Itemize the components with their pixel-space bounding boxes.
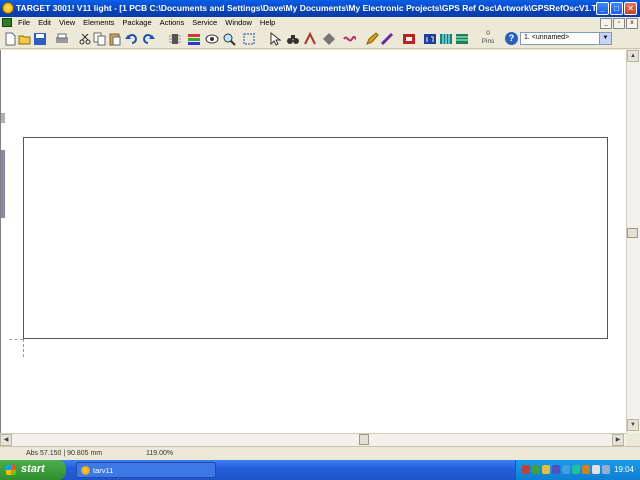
component-icon[interactable] <box>168 32 182 46</box>
chevron-down-icon[interactable]: ▼ <box>599 33 611 44</box>
app-icon <box>81 466 90 475</box>
pad-icon[interactable] <box>322 32 336 46</box>
tray-power-icon[interactable] <box>582 465 590 474</box>
grid2-icon[interactable] <box>455 32 469 46</box>
tray-volume-icon[interactable] <box>552 465 560 474</box>
menu-service[interactable]: Service <box>188 17 221 29</box>
start-label: start <box>21 463 45 475</box>
document-icon[interactable] <box>2 18 12 27</box>
window-title: TARGET 3001! V11 light - [1 PCB C:\Docum… <box>16 3 596 13</box>
vertical-scrollbar[interactable]: ▲ ▼ <box>626 50 640 433</box>
board-outline[interactable] <box>23 137 608 339</box>
status-zoom: 119.00% <box>146 450 174 457</box>
scroll-left-icon[interactable]: ◀ <box>0 434 12 446</box>
app-icon[interactable] <box>2 2 14 14</box>
wire-icon[interactable] <box>343 32 357 46</box>
cut-icon[interactable] <box>78 32 92 46</box>
tray-network-icon[interactable] <box>532 465 540 474</box>
mdi-restore-button[interactable]: ▫ <box>613 18 625 29</box>
menu-window[interactable]: Window <box>221 17 256 29</box>
grid-icon[interactable] <box>439 32 453 46</box>
zoom-fit-icon[interactable] <box>242 32 256 46</box>
pen-icon[interactable] <box>365 32 379 46</box>
tray-device-icon[interactable] <box>592 465 600 474</box>
ruler-marker <box>1 113 5 123</box>
horizontal-scrollbar[interactable]: ◀ ▶ <box>0 433 626 446</box>
status-bar: Abs 57.150 | 90.805 mm 119.00% <box>0 446 640 460</box>
maximize-button[interactable]: □ <box>610 2 623 15</box>
zoom-icon[interactable] <box>222 32 236 46</box>
redo-icon[interactable] <box>141 32 155 46</box>
autoroute-icon[interactable] <box>303 32 317 46</box>
minimize-button[interactable]: _ <box>596 2 609 15</box>
taskbar: start tarv11 19:04 <box>0 460 640 480</box>
pcb-canvas[interactable] <box>0 50 626 433</box>
undo-icon[interactable] <box>125 32 139 46</box>
binoculars-icon[interactable] <box>286 32 300 46</box>
mdi-minimize-button[interactable]: _ <box>600 18 612 29</box>
menu-help[interactable]: Help <box>256 17 279 29</box>
scroll-down-icon[interactable]: ▼ <box>627 419 639 431</box>
status-coordinates: Abs 57.150 | 90.805 mm <box>26 450 103 457</box>
vertical-scroll-thumb[interactable] <box>627 228 638 238</box>
copy-icon[interactable] <box>93 32 107 46</box>
scroll-corner <box>626 433 640 446</box>
tray-app-icon[interactable] <box>522 465 530 474</box>
new-icon[interactable] <box>3 32 17 46</box>
menu-file[interactable]: File <box>14 17 34 29</box>
menu-view[interactable]: View <box>55 17 79 29</box>
toolbar: 0 Pins ? 1. <unnamed> ▼ <box>0 29 640 49</box>
pins-count: 0 <box>486 30 490 37</box>
menu-actions[interactable]: Actions <box>156 17 189 29</box>
scroll-right-icon[interactable]: ▶ <box>612 434 624 446</box>
number-icon[interactable] <box>423 32 437 46</box>
help-button[interactable]: ? <box>505 32 518 45</box>
start-button[interactable]: start <box>0 460 66 480</box>
windows-logo-icon <box>6 465 16 475</box>
drc-icon[interactable] <box>380 32 394 46</box>
tray-security-icon[interactable] <box>542 465 550 474</box>
title-bar[interactable]: TARGET 3001! V11 light - [1 PCB C:\Docum… <box>0 0 640 17</box>
horizontal-scroll-thumb[interactable] <box>359 434 369 445</box>
pins-label: Pins <box>481 38 495 45</box>
origin-marker-v <box>23 339 24 357</box>
tray-update-icon[interactable] <box>562 465 570 474</box>
menu-package[interactable]: Package <box>118 17 155 29</box>
layer-select-value: 1. <unnamed> <box>524 34 570 41</box>
taskbar-app-button[interactable]: tarv11 <box>76 462 216 478</box>
tray-sync-icon[interactable] <box>572 465 580 474</box>
menu-elements[interactable]: Elements <box>79 17 118 29</box>
open-icon[interactable] <box>18 32 32 46</box>
paste-icon[interactable] <box>108 32 122 46</box>
origin-marker-h <box>9 339 23 340</box>
scroll-up-icon[interactable]: ▲ <box>627 50 639 62</box>
pointer-icon[interactable] <box>268 32 282 46</box>
save-icon[interactable] <box>33 32 47 46</box>
menu-edit[interactable]: Edit <box>34 17 55 29</box>
mdi-close-button[interactable]: x <box>626 18 638 29</box>
taskbar-app-label: tarv11 <box>93 466 114 475</box>
ruler-marker-active[interactable] <box>1 150 5 218</box>
eye-icon[interactable] <box>205 32 219 46</box>
menu-bar: File Edit View Elements Package Actions … <box>0 17 640 29</box>
print-icon[interactable] <box>55 32 69 46</box>
tray-display-icon[interactable] <box>602 465 610 474</box>
chip-icon[interactable] <box>402 32 416 46</box>
layers-icon[interactable] <box>187 32 201 46</box>
system-tray: 19:04 <box>515 460 640 480</box>
close-button[interactable]: ✕ <box>624 2 637 15</box>
layer-select[interactable]: 1. <unnamed> ▼ <box>520 32 612 45</box>
clock[interactable]: 19:04 <box>614 465 634 474</box>
pins-counter: 0 Pins <box>477 30 499 46</box>
